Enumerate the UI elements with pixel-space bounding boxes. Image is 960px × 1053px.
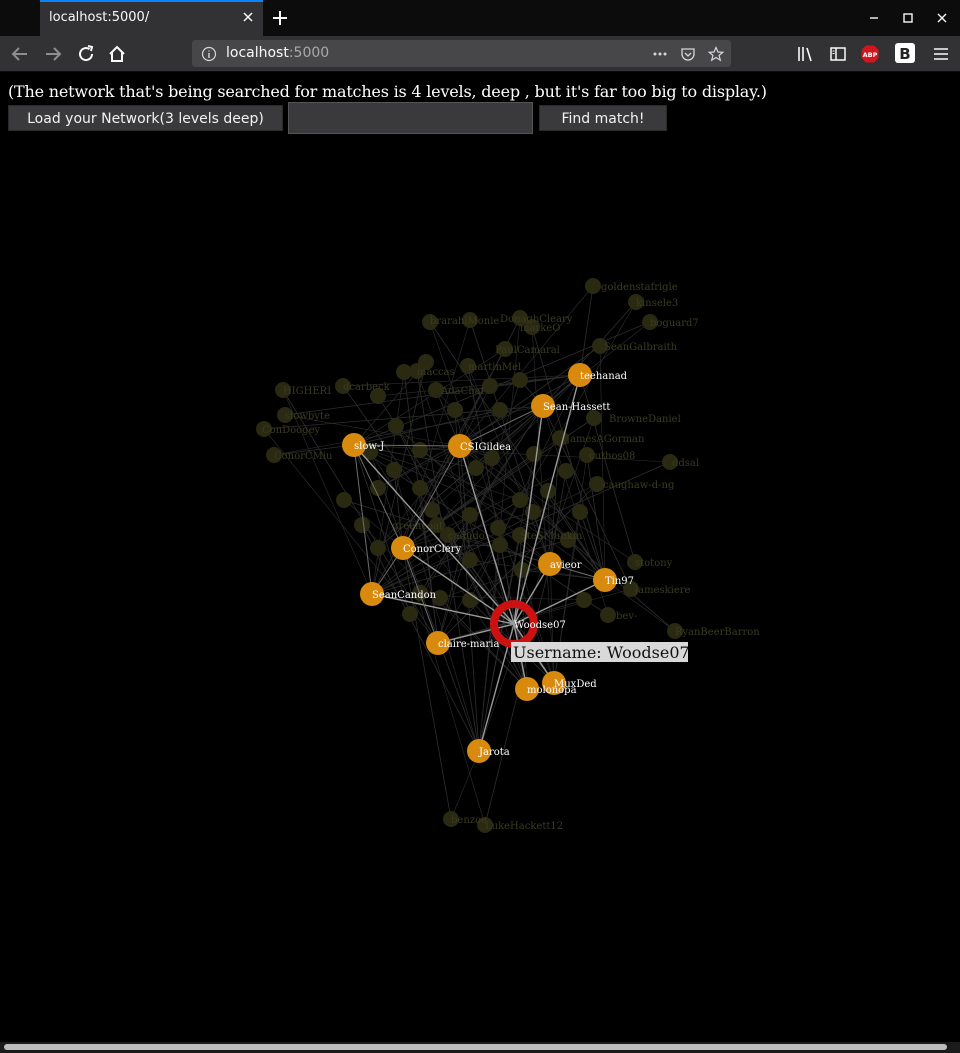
user-node-label: claire-maria xyxy=(438,639,499,650)
faded-edge xyxy=(586,454,606,581)
user-node-label: avieor xyxy=(550,560,582,571)
faded-node-label: kinsele3 xyxy=(636,298,678,309)
faded-node[interactable] xyxy=(336,492,352,508)
user-node-label: teehanad xyxy=(580,371,628,382)
faded-node-label: dcarbeck xyxy=(343,382,391,393)
faded-edge xyxy=(469,559,606,581)
faded-node[interactable] xyxy=(354,517,370,533)
faded-node[interactable] xyxy=(490,520,506,536)
user-node-label: ConorClery xyxy=(403,544,461,555)
faded-node-label: BrowneDaniel xyxy=(609,414,681,425)
faded-node[interactable] xyxy=(512,372,528,388)
user-node-label: molonopa xyxy=(527,685,577,696)
faded-node-label: AdaChat xyxy=(440,386,485,397)
faded-node-label: SeanGalbraith xyxy=(604,342,678,353)
user-node-label: Sean-Hassett xyxy=(543,402,610,413)
faded-node-label: bev- xyxy=(616,611,637,622)
faded-node[interactable] xyxy=(572,504,588,520)
faded-node[interactable] xyxy=(447,402,463,418)
node-tooltip: Username: Woodse07 xyxy=(511,642,690,662)
faded-node[interactable] xyxy=(462,507,478,523)
faded-node-label: HIGHERI xyxy=(283,386,331,397)
faded-node-label: stotony xyxy=(635,558,673,569)
faded-node[interactable] xyxy=(468,460,484,476)
faded-node-label: martinMel xyxy=(468,362,521,373)
faded-node-label: RyanBeerBarron xyxy=(675,627,760,638)
faded-node-label: slowbyte xyxy=(285,411,330,422)
faded-node-label: cadudo xyxy=(448,531,485,542)
horizontal-scrollbar[interactable] xyxy=(0,1042,960,1053)
faded-node-label: markeO xyxy=(520,323,560,334)
faded-node[interactable] xyxy=(388,418,404,434)
faded-node-label: cuthos08 xyxy=(589,451,635,462)
user-node-label: CSIGildea xyxy=(460,442,511,453)
faded-node[interactable] xyxy=(600,607,616,623)
faded-node[interactable] xyxy=(370,540,386,556)
focus-node-label: Woodse07 xyxy=(514,620,566,631)
faded-node[interactable] xyxy=(492,537,508,553)
faded-node-label: SteSMunkin xyxy=(520,531,583,542)
faded-node-label: goldenstafrigle xyxy=(601,282,678,293)
faded-node[interactable] xyxy=(402,606,418,622)
faded-node-label: benzoe xyxy=(451,815,487,826)
faded-node[interactable] xyxy=(386,462,402,478)
faded-node[interactable] xyxy=(462,552,478,568)
faded-node[interactable] xyxy=(370,480,386,496)
faded-node[interactable] xyxy=(396,364,412,380)
faded-node[interactable] xyxy=(412,442,428,458)
faded-node[interactable] xyxy=(526,446,542,462)
faded-node[interactable] xyxy=(492,402,508,418)
faded-node[interactable] xyxy=(424,502,440,518)
faded-node-label: ConorCMiu xyxy=(274,451,333,462)
user-node-label: Jarota xyxy=(478,747,510,758)
tooltip-text: Username: Woodse07 xyxy=(513,643,690,662)
faded-node-label: ddsal xyxy=(672,458,699,469)
faded-node-label: JamesAGorman xyxy=(565,434,645,445)
faded-node-label: LukeHackett12 xyxy=(485,821,563,832)
faded-node[interactable] xyxy=(512,492,528,508)
faded-node-label: boguard7 xyxy=(650,318,699,329)
faded-node-label: caughaw-d-ng xyxy=(603,480,675,491)
faded-node[interactable] xyxy=(585,278,601,294)
scrollbar-thumb[interactable] xyxy=(4,1044,947,1050)
faded-node-label: jameskiere xyxy=(634,585,691,596)
user-node-label: Tin97 xyxy=(605,576,634,587)
faded-node-label: maccas xyxy=(417,367,455,378)
faded-node-label: brarahiMonie xyxy=(430,316,499,327)
faded-node[interactable] xyxy=(576,592,592,608)
user-node-label: SeanCandon xyxy=(372,590,437,601)
user-node-label: slow-J xyxy=(354,441,384,452)
faded-node-label: PaulCamaral xyxy=(495,345,560,356)
faded-edge xyxy=(361,524,480,752)
faded-node-label: ConDoogey xyxy=(262,425,320,436)
faded-node[interactable] xyxy=(525,504,541,520)
faded-node[interactable] xyxy=(412,480,428,496)
faded-node[interactable] xyxy=(558,463,574,479)
network-graph[interactable]: goldenstafrigle kinsele3 boguard7 SeanGalbr… xyxy=(0,0,960,1053)
